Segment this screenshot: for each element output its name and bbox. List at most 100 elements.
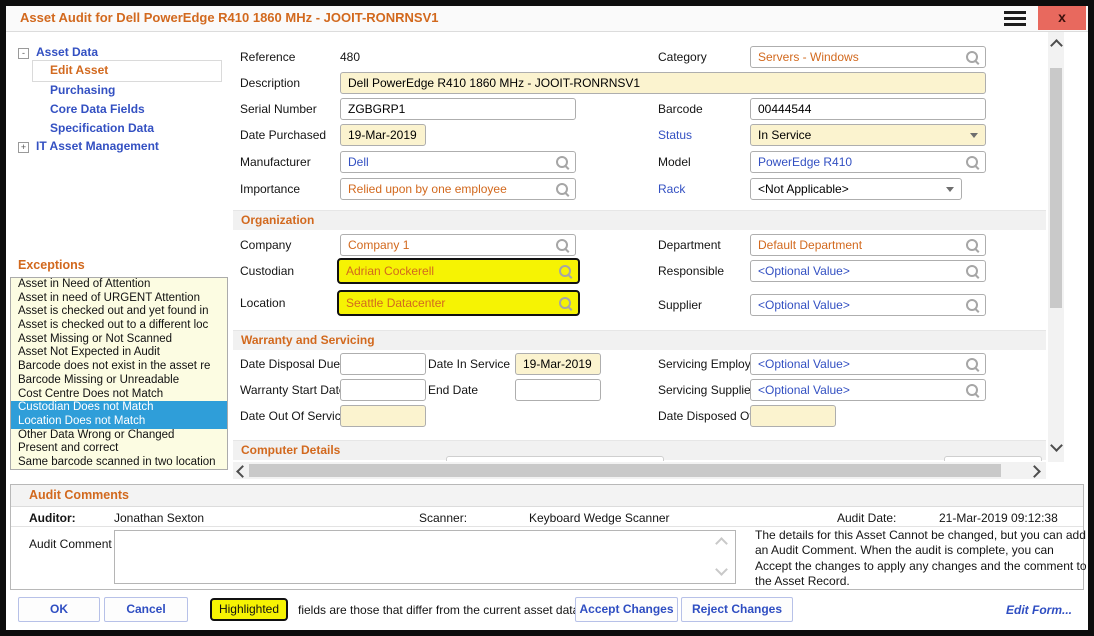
tree-item-it-asset-management[interactable]: IT Asset Management	[36, 139, 159, 153]
audit-date-value: 21-Mar-2019 09:12:38	[939, 511, 1058, 525]
scroll-down-icon[interactable]	[1050, 439, 1063, 452]
date-purchased-value: 19-Mar-2019	[348, 125, 417, 145]
vertical-scrollbar[interactable]	[1048, 32, 1064, 462]
exception-item[interactable]: Asset Missing or Not Scanned	[11, 333, 227, 347]
search-icon[interactable]	[965, 298, 980, 313]
exception-item[interactable]: Asset is checked out and yet found in	[11, 305, 227, 319]
exception-item[interactable]: Barcode Missing or Unreadable	[11, 374, 227, 388]
auditor-label: Auditor:	[29, 511, 76, 525]
status-dropdown[interactable]: In Service	[750, 124, 986, 146]
description-value: Dell PowerEdge R410 1860 MHz - JOOIT-RON…	[348, 73, 640, 93]
cancel-button[interactable]: Cancel	[104, 597, 188, 622]
menu-icon[interactable]	[1004, 11, 1026, 26]
tree-item-edit-asset[interactable]: Edit Asset	[50, 63, 108, 77]
manufacturer-label: Manufacturer	[240, 155, 311, 169]
exception-item[interactable]: Cost Centre Does not Match	[11, 388, 227, 402]
search-icon[interactable]	[558, 264, 573, 279]
company-field[interactable]: Company 1	[340, 234, 576, 256]
servicing-employee-field[interactable]: <Optional Value>	[750, 353, 986, 375]
supplier-field[interactable]: <Optional Value>	[750, 294, 986, 316]
scroll-right-icon[interactable]	[1028, 465, 1041, 478]
search-icon[interactable]	[965, 155, 980, 170]
date-purchased-label: Date Purchased	[240, 128, 326, 142]
category-field[interactable]: Servers - Windows	[750, 46, 986, 68]
warranty-section-header: Warranty and Servicing	[233, 330, 1046, 350]
warranty-start-date-field[interactable]	[340, 379, 426, 401]
tree-item-asset-data[interactable]: Asset Data	[36, 45, 98, 59]
search-icon[interactable]	[965, 383, 980, 398]
servicing-supplier-field[interactable]: <Optional Value>	[750, 379, 986, 401]
responsible-field[interactable]: <Optional Value>	[750, 260, 986, 282]
exception-item[interactable]: Other Data Wrong or Changed	[11, 429, 227, 443]
date-disposal-due-label: Date Disposal Due	[240, 357, 340, 371]
department-label: Department	[658, 238, 721, 252]
tree-collapse-icon[interactable]: -	[18, 48, 29, 59]
exceptions-listbox[interactable]: Asset in Need of Attention Asset in need…	[10, 277, 228, 470]
exception-item[interactable]: Asset in need of URGENT Attention	[11, 292, 227, 306]
supplier-label: Supplier	[658, 298, 702, 312]
title-bar: Asset Audit for Dell PowerEdge R410 1860…	[6, 6, 1088, 32]
search-icon[interactable]	[558, 296, 573, 311]
barcode-value: 00444544	[758, 99, 811, 119]
end-date-label: End Date	[428, 383, 478, 397]
close-button[interactable]: x	[1038, 6, 1086, 30]
tree-expand-icon[interactable]: +	[18, 142, 29, 153]
custodian-field-highlighted[interactable]: Adrian Cockerell	[337, 258, 580, 284]
search-icon[interactable]	[965, 264, 980, 279]
location-value: Seattle Datacenter	[346, 292, 445, 314]
exception-item-selected[interactable]: Custodian Does not Match	[11, 401, 227, 415]
reference-label: Reference	[240, 50, 295, 64]
date-disposal-due-field[interactable]	[340, 353, 426, 375]
vertical-scroll-thumb[interactable]	[1050, 68, 1062, 308]
scanner-label: Scanner:	[419, 511, 467, 525]
barcode-field[interactable]: 00444544	[750, 98, 986, 120]
exception-item[interactable]: Same barcode scanned in two location	[11, 456, 227, 470]
search-icon[interactable]	[555, 155, 570, 170]
search-icon[interactable]	[555, 182, 570, 197]
exception-item-selected[interactable]: Location Does not Match	[11, 415, 227, 429]
search-icon[interactable]	[965, 50, 980, 65]
rack-dropdown[interactable]: <Not Applicable>	[750, 178, 962, 200]
horizontal-scrollbar[interactable]	[233, 462, 1046, 479]
accept-changes-button[interactable]: Accept Changes	[575, 597, 678, 622]
end-date-field[interactable]	[515, 379, 601, 401]
reject-changes-button[interactable]: Reject Changes	[681, 597, 793, 622]
dropdown-icon[interactable]	[946, 187, 954, 192]
dropdown-icon[interactable]	[970, 133, 978, 138]
horizontal-scroll-thumb[interactable]	[249, 464, 1001, 477]
tree-item-specification-data[interactable]: Specification Data	[50, 121, 154, 135]
search-icon[interactable]	[965, 357, 980, 372]
tree-item-core-data-fields[interactable]: Core Data Fields	[50, 102, 145, 116]
exceptions-title: Exceptions	[18, 258, 85, 272]
serial-number-field[interactable]: ZGBGRP1	[340, 98, 576, 120]
date-disposed-of-field[interactable]	[750, 405, 836, 427]
exception-item[interactable]: Barcode does not exist in the asset re	[11, 360, 227, 374]
company-value: Company 1	[348, 235, 409, 255]
exception-item[interactable]: Present and correct	[11, 442, 227, 456]
department-field[interactable]: Default Department	[750, 234, 986, 256]
edit-form-link[interactable]: Edit Form...	[1006, 603, 1072, 617]
ok-button[interactable]: OK	[18, 597, 100, 622]
description-field[interactable]: Dell PowerEdge R410 1860 MHz - JOOIT-RON…	[340, 72, 986, 94]
category-label: Category	[658, 50, 707, 64]
model-field[interactable]: PowerEdge R410	[750, 151, 986, 173]
date-in-service-field[interactable]: 19-Mar-2019	[515, 353, 601, 375]
manufacturer-field[interactable]: Dell	[340, 151, 576, 173]
exception-item[interactable]: Asset Not Expected in Audit	[11, 346, 227, 360]
location-field-highlighted[interactable]: Seattle Datacenter	[337, 290, 580, 316]
audit-comment-input[interactable]	[114, 530, 736, 584]
search-icon[interactable]	[555, 238, 570, 253]
date-purchased-field[interactable]: 19-Mar-2019	[340, 124, 426, 146]
divider	[11, 526, 1083, 527]
search-icon[interactable]	[965, 238, 980, 253]
date-out-of-service-field[interactable]	[340, 405, 426, 427]
exception-item[interactable]: Asset is checked out to a different loc	[11, 319, 227, 333]
clipped-field-top	[446, 456, 664, 461]
tree-item-purchasing[interactable]: Purchasing	[50, 83, 115, 97]
model-label: Model	[658, 155, 691, 169]
scroll-left-icon[interactable]	[236, 465, 249, 478]
scroll-up-icon[interactable]	[1050, 39, 1063, 52]
importance-field[interactable]: Relied upon by one employee	[340, 178, 576, 200]
highlighted-badge: Highlighted	[210, 598, 288, 621]
exception-item[interactable]: Asset in Need of Attention	[11, 278, 227, 292]
